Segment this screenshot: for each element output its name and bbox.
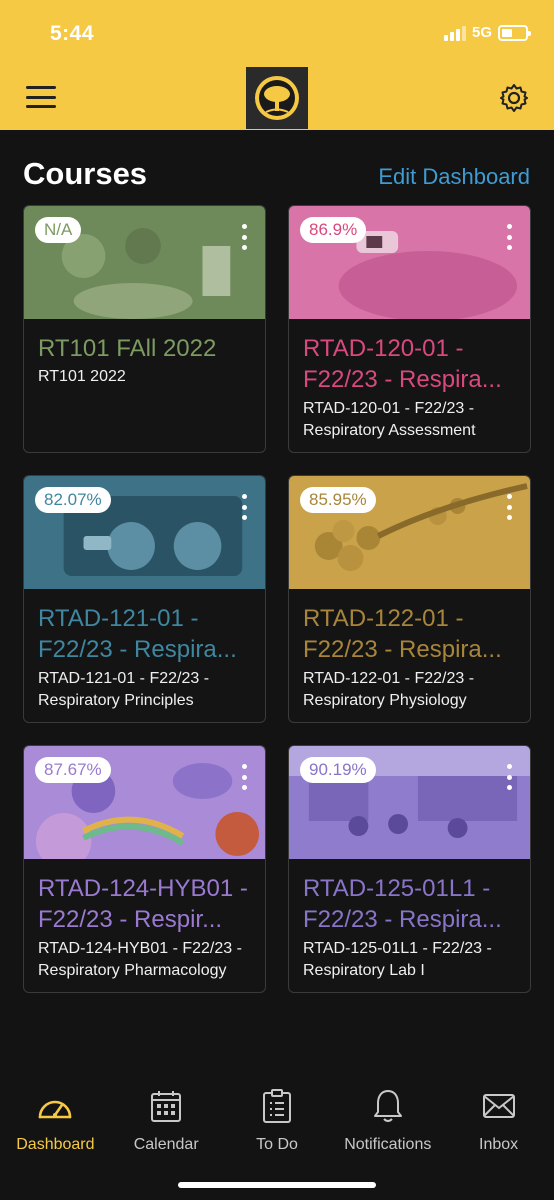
home-indicator[interactable] [178, 1182, 376, 1188]
envelope-icon [479, 1086, 519, 1126]
course-title[interactable]: RTAD-120-01 - F22/23 - Respira... [303, 333, 518, 395]
tab-label: Notifications [344, 1136, 432, 1153]
course-title[interactable]: RTAD-122-01 - F22/23 - Respira... [303, 603, 518, 665]
grade-badge: 86.9% [300, 217, 367, 243]
status-time: 5:44 [50, 22, 95, 45]
grade-badge: 82.07% [35, 487, 111, 513]
tab-calendar[interactable]: Calendar [111, 1080, 222, 1160]
status-indicators: 5G [443, 24, 531, 41]
tab-notifications[interactable]: Notifications [332, 1080, 443, 1160]
page-title: Courses [23, 156, 148, 191]
more-options-icon[interactable] [506, 764, 512, 790]
course-subtitle: RTAD-120-01 - F22/23 - Respiratory Asses… [303, 400, 476, 439]
app-header: 5:44 5G [0, 0, 554, 130]
more-options-icon[interactable] [241, 494, 247, 520]
course-title[interactable]: RTAD-124-HYB01 - F22/23 - Respir... [38, 873, 253, 935]
battery-icon [498, 24, 531, 41]
clipboard-icon [257, 1086, 297, 1126]
course-subtitle: RT101 2022 [38, 368, 126, 385]
course-card[interactable]: 90.19% RTAD-125-01L1 - F22/23 - Respira.… [288, 745, 531, 993]
course-subtitle: RTAD-122-01 - F22/23 - Respiratory Physi… [303, 670, 475, 709]
course-card[interactable]: N/A RT101 FAll 2022 RT101 2022 [23, 205, 266, 453]
bell-icon [368, 1086, 408, 1126]
tab-inbox[interactable]: Inbox [443, 1080, 554, 1160]
course-subtitle: RTAD-124-HYB01 - F22/23 - Respiratory Ph… [38, 940, 242, 979]
course-title[interactable]: RTAD-121-01 - F22/23 - Respira... [38, 603, 253, 665]
course-card[interactable]: 87.67% RTAD-124-HYB01 - F22/23 - Respir.… [23, 745, 266, 993]
tab-dashboard[interactable]: Dashboard [0, 1080, 111, 1160]
grade-badge: 85.95% [300, 487, 376, 513]
course-card[interactable]: 85.95% RTAD-122-01 - F22/23 - Respira...… [288, 475, 531, 723]
network-type: 5G [471, 24, 492, 41]
tab-todo[interactable]: To Do [222, 1080, 333, 1160]
tree-logo-icon [246, 67, 308, 129]
grade-badge: N/A [35, 217, 82, 243]
hamburger-menu-icon[interactable] [26, 86, 56, 108]
grade-badge: 90.19% [300, 757, 376, 783]
tab-label: To Do [256, 1136, 298, 1153]
course-card[interactable]: 82.07% RTAD-121-01 - F22/23 - Respira...… [23, 475, 266, 723]
bottom-tab-bar: Dashboard Calendar To Do Notifications I… [0, 1080, 554, 1160]
gear-icon[interactable] [498, 82, 530, 114]
tab-label: Calendar [133, 1136, 199, 1153]
course-title[interactable]: RT101 FAll 2022 [38, 333, 253, 364]
grade-badge: 87.67% [35, 757, 111, 783]
edit-dashboard-link[interactable]: Edit Dashboard [378, 164, 530, 190]
course-subtitle: RTAD-125-01L1 - F22/23 - Respiratory Lab… [303, 940, 492, 979]
course-title[interactable]: RTAD-125-01L1 - F22/23 - Respira... [303, 873, 518, 935]
more-options-icon[interactable] [506, 494, 512, 520]
tab-label: Inbox [479, 1136, 519, 1153]
more-options-icon[interactable] [241, 764, 247, 790]
course-subtitle: RTAD-121-01 - F22/23 - Respiratory Princ… [38, 670, 210, 709]
course-card[interactable]: 86.9% RTAD-120-01 - F22/23 - Respira... … [288, 205, 531, 453]
calendar-icon [146, 1086, 186, 1126]
tab-label: Dashboard [16, 1136, 95, 1153]
signal-icon [443, 25, 466, 41]
speedometer-icon [35, 1086, 75, 1126]
more-options-icon[interactable] [241, 224, 247, 250]
more-options-icon[interactable] [506, 224, 512, 250]
